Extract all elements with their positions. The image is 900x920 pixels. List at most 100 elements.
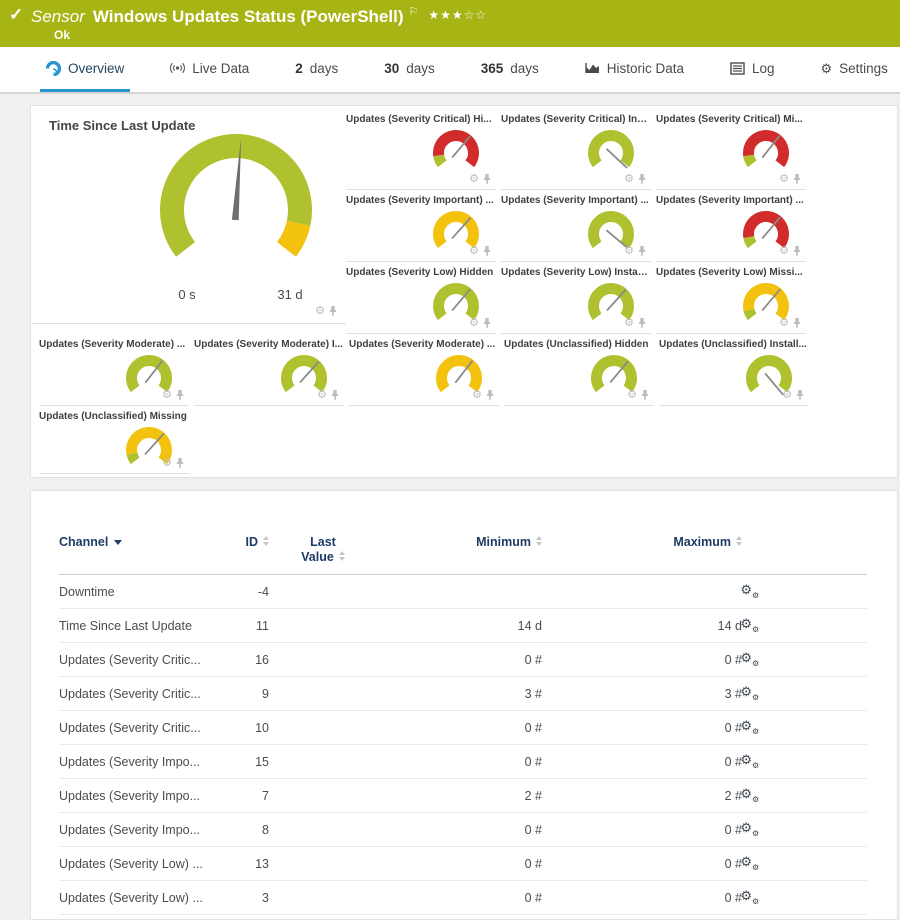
pin-icon[interactable]: [175, 457, 185, 469]
gauge-settings-gear-icon[interactable]: ⚙: [469, 174, 479, 185]
maximum-value: 0 #: [542, 755, 742, 769]
gauge-settings-gear-icon[interactable]: ⚙: [782, 390, 792, 401]
gauge-title: Updates (Unclassified) Missing: [39, 411, 188, 422]
pin-icon[interactable]: [792, 317, 802, 329]
gauge-card[interactable]: Updates (Severity Critical) Mi... ⚙: [656, 109, 806, 190]
gauge-card[interactable]: Updates (Severity Low) Missi... ⚙: [656, 262, 806, 334]
pin-icon[interactable]: [792, 245, 802, 257]
gauge-title: Updates (Severity Critical) Mi...: [656, 114, 805, 125]
gauge-card[interactable]: Updates (Severity Critical) Ins... ⚙: [501, 109, 651, 190]
pin-icon[interactable]: [640, 389, 650, 401]
gauge-card[interactable]: Updates (Severity Moderate) ... ⚙: [349, 334, 499, 406]
gauge-settings-gear-icon[interactable]: ⚙: [627, 390, 637, 401]
tab-30-days[interactable]: 30 days: [378, 47, 441, 92]
pin-icon[interactable]: [330, 389, 340, 401]
gauge-card[interactable]: Updates (Severity Moderate) ... ⚙: [39, 334, 189, 406]
gauge-title: Time Since Last Update: [49, 118, 195, 133]
gauge-title: Updates (Severity Low) Install...: [501, 267, 650, 278]
gauge-card[interactable]: Updates (Severity Low) Hidden ⚙: [346, 262, 496, 334]
gauge-card[interactable]: Updates (Severity Important) ... ⚙: [501, 190, 651, 262]
gauge-settings-gear-icon[interactable]: ⚙: [469, 246, 479, 257]
live-icon: [170, 61, 185, 75]
channel-gauge: [119, 422, 179, 478]
channel-id: 8: [211, 823, 269, 837]
star-filled-icon[interactable]: ★: [452, 8, 464, 22]
channel-id: 15: [211, 755, 269, 769]
tab-settings[interactable]: ⚙ Settings: [814, 47, 893, 92]
table-row[interactable]: Updates (Severity Impo...72 #2 #⚙⚙: [59, 779, 867, 813]
gauge-settings-gear-icon[interactable]: ⚙: [779, 174, 789, 185]
gauge-card[interactable]: Updates (Unclassified) Install... ⚙: [659, 334, 809, 406]
pin-icon[interactable]: [637, 317, 647, 329]
pin-icon[interactable]: [175, 389, 185, 401]
gauge-card[interactable]: Updates (Severity Important) ... ⚙: [346, 190, 496, 262]
gauge-icon: [46, 61, 61, 76]
pin-icon[interactable]: [637, 173, 647, 185]
gauge-settings-gear-icon[interactable]: ⚙: [315, 306, 325, 317]
table-row[interactable]: Updates (Severity Critic...93 #3 #⚙⚙: [59, 677, 867, 711]
tab-label: days: [406, 61, 435, 76]
table-row[interactable]: Updates (Severity Impo...80 #0 #⚙⚙: [59, 813, 867, 847]
star-filled-icon[interactable]: ★: [440, 8, 452, 22]
tab-live-data[interactable]: Live Data: [164, 47, 255, 92]
gauge-settings-gear-icon[interactable]: ⚙: [779, 318, 789, 329]
pin-icon[interactable]: [482, 245, 492, 257]
minimum-value: 14 d: [377, 619, 542, 633]
gauge-title: Updates (Severity Moderate) I...: [194, 339, 343, 350]
tab-365-days[interactable]: 365 days: [475, 47, 545, 92]
gauge-settings-gear-icon[interactable]: ⚙: [469, 318, 479, 329]
table-row[interactable]: Updates (Severity Low) ...130 #0 #⚙⚙: [59, 847, 867, 881]
table-row[interactable]: Time Since Last Update1114 d14 d⚙⚙: [59, 609, 867, 643]
tab-log[interactable]: Log: [724, 47, 781, 92]
column-header-channel[interactable]: Channel: [59, 535, 211, 550]
sort-icon: [339, 551, 345, 561]
tab-overview[interactable]: Overview: [40, 47, 130, 92]
gauge-card[interactable]: Updates (Severity Low) Install... ⚙: [501, 262, 651, 334]
star-rating[interactable]: ★★★☆☆: [428, 8, 487, 22]
gauge-card[interactable]: Updates (Severity Critical) Hi... ⚙: [346, 109, 496, 190]
column-header-last-value[interactable]: LastValue: [269, 535, 377, 565]
pin-icon[interactable]: [792, 173, 802, 185]
pin-icon[interactable]: [637, 245, 647, 257]
gauge-settings-gear-icon[interactable]: ⚙: [779, 246, 789, 257]
log-icon: [730, 62, 745, 75]
column-header-id[interactable]: ID: [211, 535, 269, 550]
gauge-settings-gear-icon[interactable]: ⚙: [624, 174, 634, 185]
table-row[interactable]: Updates (Severity Critic...100 #0 #⚙⚙: [59, 711, 867, 745]
gauge-settings-gear-icon[interactable]: ⚙: [624, 318, 634, 329]
star-filled-icon[interactable]: ★: [428, 8, 440, 22]
channel-name: Updates (Severity Low) ...: [59, 891, 211, 905]
maximum-value: 2 #: [542, 789, 742, 803]
pin-icon[interactable]: [328, 305, 338, 317]
gauge-card[interactable]: Updates (Severity Important) ... ⚙: [656, 190, 806, 262]
tab-historic-data[interactable]: Historic Data: [579, 47, 690, 92]
pin-icon[interactable]: [485, 389, 495, 401]
pin-icon[interactable]: [795, 389, 805, 401]
gauge-settings-gear-icon[interactable]: ⚙: [624, 246, 634, 257]
pin-icon[interactable]: [482, 173, 492, 185]
gauge-settings-gear-icon[interactable]: ⚙: [162, 390, 172, 401]
gauge-title: Updates (Severity Critical) Ins...: [501, 114, 650, 125]
minimum-value: 0 #: [377, 857, 542, 871]
gauge-card[interactable]: Updates (Severity Moderate) I... ⚙: [194, 334, 344, 406]
gauge-settings-gear-icon[interactable]: ⚙: [317, 390, 327, 401]
gauge-settings-gear-icon[interactable]: ⚙: [472, 390, 482, 401]
gauge-card-time-since-last-update[interactable]: Time Since Last Update 0 s 31 d ⚙: [32, 106, 346, 324]
table-row[interactable]: Updates (Severity Critic...160 #0 #⚙⚙: [59, 643, 867, 677]
tab-label: Log: [752, 61, 775, 76]
table-row[interactable]: Updates (Severity Low) ...30 #0 #⚙⚙: [59, 881, 867, 915]
tab-label: Live Data: [192, 61, 249, 76]
star-empty-icon[interactable]: ☆: [464, 8, 476, 22]
gauge-settings-gear-icon[interactable]: ⚙: [162, 458, 172, 469]
column-header-maximum[interactable]: Maximum: [542, 535, 742, 550]
column-header-minimum[interactable]: Minimum: [377, 535, 542, 550]
sensor-kind-label: Sensor: [31, 7, 85, 26]
tab-2-days[interactable]: 2 days: [289, 47, 344, 92]
gauge-card[interactable]: Updates (Unclassified) Missing ⚙: [39, 406, 189, 474]
pin-icon[interactable]: [482, 317, 492, 329]
table-row[interactable]: Downtime-4⚙⚙: [59, 575, 867, 609]
table-row[interactable]: Updates (Severity Impo...150 #0 #⚙⚙: [59, 745, 867, 779]
gauge-card[interactable]: Updates (Unclassified) Hidden ⚙: [504, 334, 654, 406]
page-title: Windows Updates Status (PowerShell): [93, 7, 404, 26]
star-empty-icon[interactable]: ☆: [475, 8, 487, 22]
